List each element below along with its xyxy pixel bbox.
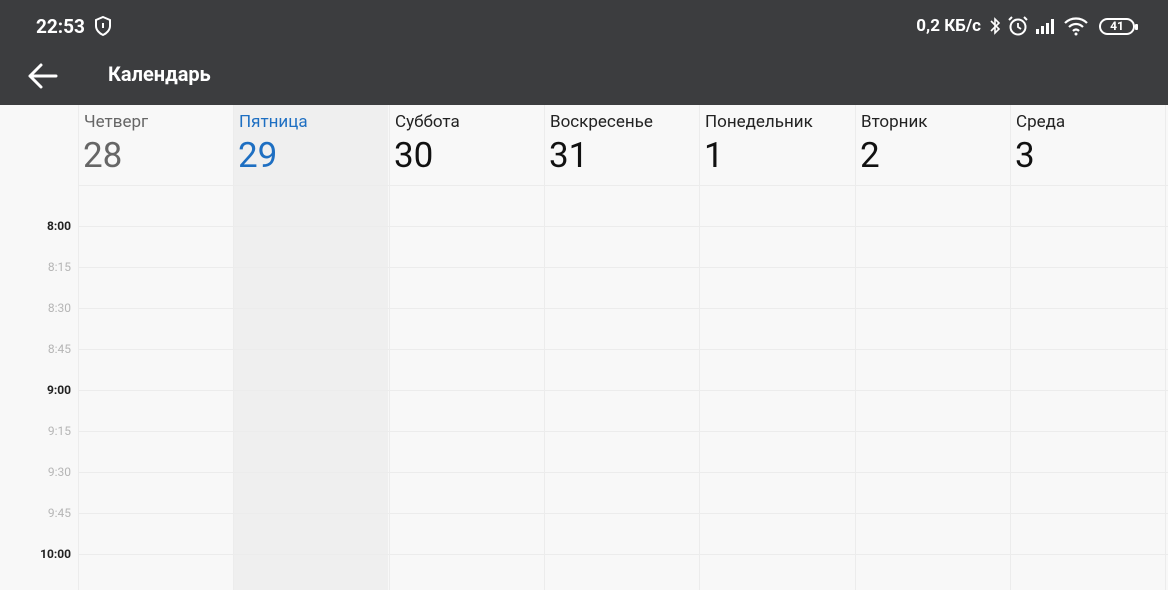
day-header[interactable]: Среда 3	[1010, 105, 1165, 185]
day-number: 30	[394, 135, 434, 176]
time-label: 9:15	[47, 424, 71, 438]
shield-icon	[95, 16, 111, 36]
time-gridline	[78, 267, 1168, 268]
column-divider	[1165, 105, 1166, 590]
time-label: 9:30	[47, 465, 71, 479]
day-number: 3	[1015, 135, 1035, 176]
day-name: Вторник	[861, 112, 928, 132]
status-icons: 0,2 КБ/с 41	[916, 14, 1138, 38]
app-bar: Календарь	[0, 52, 1168, 105]
day-header[interactable]: Пятница 29	[233, 105, 388, 185]
day-header[interactable]: Воскресенье 31	[544, 105, 699, 185]
status-bar: 22:53 0,2 КБ/с 41	[0, 0, 1168, 52]
time-label: 8:30	[47, 301, 71, 315]
time-label: 9:00	[46, 383, 71, 397]
time-gridline	[78, 308, 1168, 309]
time-label: 9:45	[47, 506, 71, 520]
day-name: Воскресенье	[550, 112, 653, 132]
header-divider	[78, 185, 1168, 186]
day-header[interactable]: Суббота 30	[389, 105, 544, 185]
time-label: 8:15	[47, 260, 71, 274]
time-gridline	[78, 554, 1168, 555]
time-gridline	[78, 513, 1168, 514]
time-label: 10:00	[40, 547, 71, 561]
week-grid[interactable]: Четверг 28 Пятница 29 Суббота 30 Воскресенье 31…	[0, 105, 1168, 590]
day-name: Суббота	[395, 112, 460, 132]
time-gridline	[78, 472, 1168, 473]
bluetooth-icon	[990, 17, 1001, 35]
time-gridline	[78, 226, 1168, 227]
day-name: Среда	[1016, 112, 1066, 132]
status-time: 22:53	[36, 15, 85, 38]
network-speed: 0,2 КБ/с	[916, 16, 981, 36]
alarm-icon	[1008, 16, 1028, 36]
day-number: 2	[860, 135, 880, 176]
page-title: Календарь	[108, 62, 211, 86]
day-number: 1	[704, 135, 724, 176]
day-name: Понедельник	[705, 112, 813, 132]
time-gridline	[78, 431, 1168, 432]
arrow-left-icon[interactable]	[26, 59, 60, 93]
day-number: 28	[83, 135, 123, 176]
day-header[interactable]: Понедельник 1	[699, 105, 854, 185]
battery-level: 41	[1110, 19, 1124, 33]
time-label: 8:45	[47, 342, 71, 356]
day-name: Пятница	[239, 112, 308, 132]
wifi-icon	[1064, 17, 1088, 36]
day-name: Четверг	[84, 112, 149, 132]
time-label: 8:00	[46, 219, 71, 233]
day-number: 29	[238, 135, 278, 176]
signal-icon	[1036, 19, 1054, 34]
day-number: 31	[549, 135, 589, 176]
day-header[interactable]: Вторник 2	[855, 105, 1010, 185]
time-gridline	[78, 349, 1168, 350]
day-header[interactable]: Четверг 28	[78, 105, 233, 185]
battery-icon: 41	[1099, 17, 1138, 35]
time-gridline	[78, 390, 1168, 391]
